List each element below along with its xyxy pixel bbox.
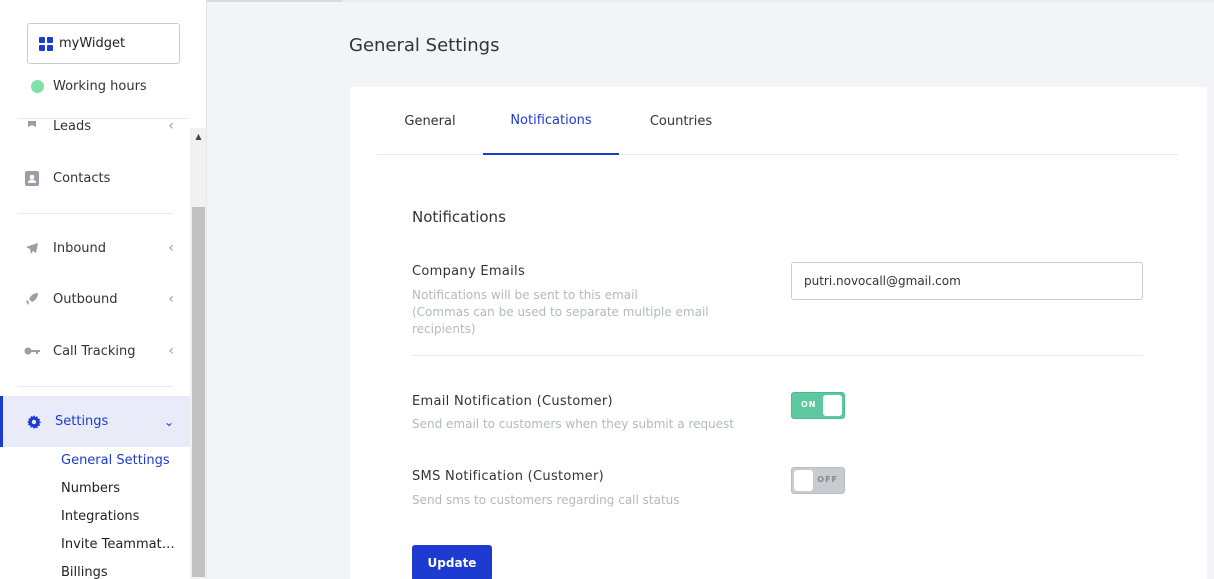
company-emails-label: Company Emails <box>412 264 526 279</box>
sidebar-subitem-general-settings[interactable]: General Settings <box>61 453 170 468</box>
email-notification-label: Email Notification (Customer) <box>412 394 613 409</box>
tab-notifications[interactable]: Notifications <box>483 87 619 155</box>
tab-general[interactable]: General <box>377 87 483 155</box>
sidebar-subitem-billings[interactable]: Billings <box>61 565 108 579</box>
chevron-left-icon: ‹ <box>168 343 174 359</box>
sidebar-item-contacts[interactable]: Contacts <box>0 155 190 201</box>
gear-icon <box>26 414 42 430</box>
toggle-state-label: ON <box>801 400 817 409</box>
section-title: Notifications <box>412 208 506 226</box>
sidebar-subitem-integrations[interactable]: Integrations <box>61 509 139 524</box>
pin-icon <box>24 119 40 134</box>
sidebar-item-leads[interactable]: Leads ‹ <box>0 119 190 149</box>
company-emails-help-line1: Notifications will be sent to this email <box>412 288 638 302</box>
sidebar-item-label: Contacts <box>53 170 111 186</box>
update-button[interactable]: Update <box>412 545 492 579</box>
working-hours-status[interactable]: Working hours <box>31 79 147 94</box>
chevron-down-icon: ⌄ <box>163 414 174 429</box>
sidebar-item-settings[interactable]: Settings ⌄ <box>0 396 190 447</box>
toggle-knob <box>794 470 813 491</box>
grid-icon <box>39 36 53 51</box>
chevron-left-icon: ‹ <box>168 240 174 256</box>
sidebar-item-label: Outbound <box>53 291 118 307</box>
company-emails-help-line2: (Commas can be used to separate multiple… <box>412 305 709 336</box>
scrollbar-thumb[interactable] <box>192 207 205 577</box>
sms-notification-help: Send sms to customers regarding call sta… <box>412 493 680 507</box>
sidebar-subitem-invite-teammates[interactable]: Invite Teammat… <box>61 537 175 552</box>
toggle-state-label: OFF <box>817 475 838 484</box>
divider <box>18 386 172 387</box>
sidebar-item-inbound[interactable]: Inbound ‹ <box>0 225 190 271</box>
sidebar-item-label: Leads <box>53 119 92 134</box>
sms-notification-toggle[interactable]: OFF <box>791 467 845 494</box>
sidebar-item-label: Call Tracking <box>53 343 136 359</box>
sidebar: myWidget Working hours Leads ‹ Contacts <box>0 0 207 579</box>
top-strip <box>207 0 343 2</box>
key-icon <box>24 343 40 359</box>
chevron-left-icon: ‹ <box>168 291 174 307</box>
toggle-knob <box>823 395 842 416</box>
email-notification-toggle[interactable]: ON <box>791 392 845 419</box>
company-emails-input[interactable] <box>791 262 1143 300</box>
sidebar-item-label: Inbound <box>53 240 107 256</box>
settings-card: General Notifications Countries Notifica… <box>350 87 1207 579</box>
chevron-left-icon: ‹ <box>168 119 174 134</box>
sidebar-item-outbound[interactable]: Outbound ‹ <box>0 276 190 322</box>
email-notification-help: Send email to customers when they submit… <box>412 417 735 431</box>
sidebar-item-call-tracking[interactable]: Call Tracking ‹ <box>0 328 190 374</box>
widget-selector-button[interactable]: myWidget <box>27 23 180 64</box>
widget-label: myWidget <box>59 36 126 51</box>
divider <box>412 355 1143 356</box>
tab-bar: General Notifications Countries <box>377 87 1179 155</box>
rocket-icon <box>24 291 40 307</box>
airplane-icon <box>24 240 40 256</box>
contact-card-icon <box>24 170 40 186</box>
sidebar-item-label: Settings <box>55 414 109 429</box>
working-hours-label: Working hours <box>53 79 147 94</box>
scroll-up-arrow-icon[interactable]: ▲ <box>190 128 206 145</box>
sidebar-nav: Leads ‹ Contacts Inbound ‹ Outbound ‹ Ca… <box>0 119 190 579</box>
sidebar-subitem-numbers[interactable]: Numbers <box>61 481 120 496</box>
top-strip <box>343 0 1214 2</box>
divider <box>18 213 172 214</box>
company-emails-help: Notifications will be sent to this email… <box>412 287 722 338</box>
tab-countries[interactable]: Countries <box>619 87 743 155</box>
sidebar-scrollbar[interactable]: ▲ <box>190 128 206 579</box>
sms-notification-label: SMS Notification (Customer) <box>412 469 604 484</box>
status-dot-icon <box>31 80 44 93</box>
page-title: General Settings <box>349 35 500 56</box>
